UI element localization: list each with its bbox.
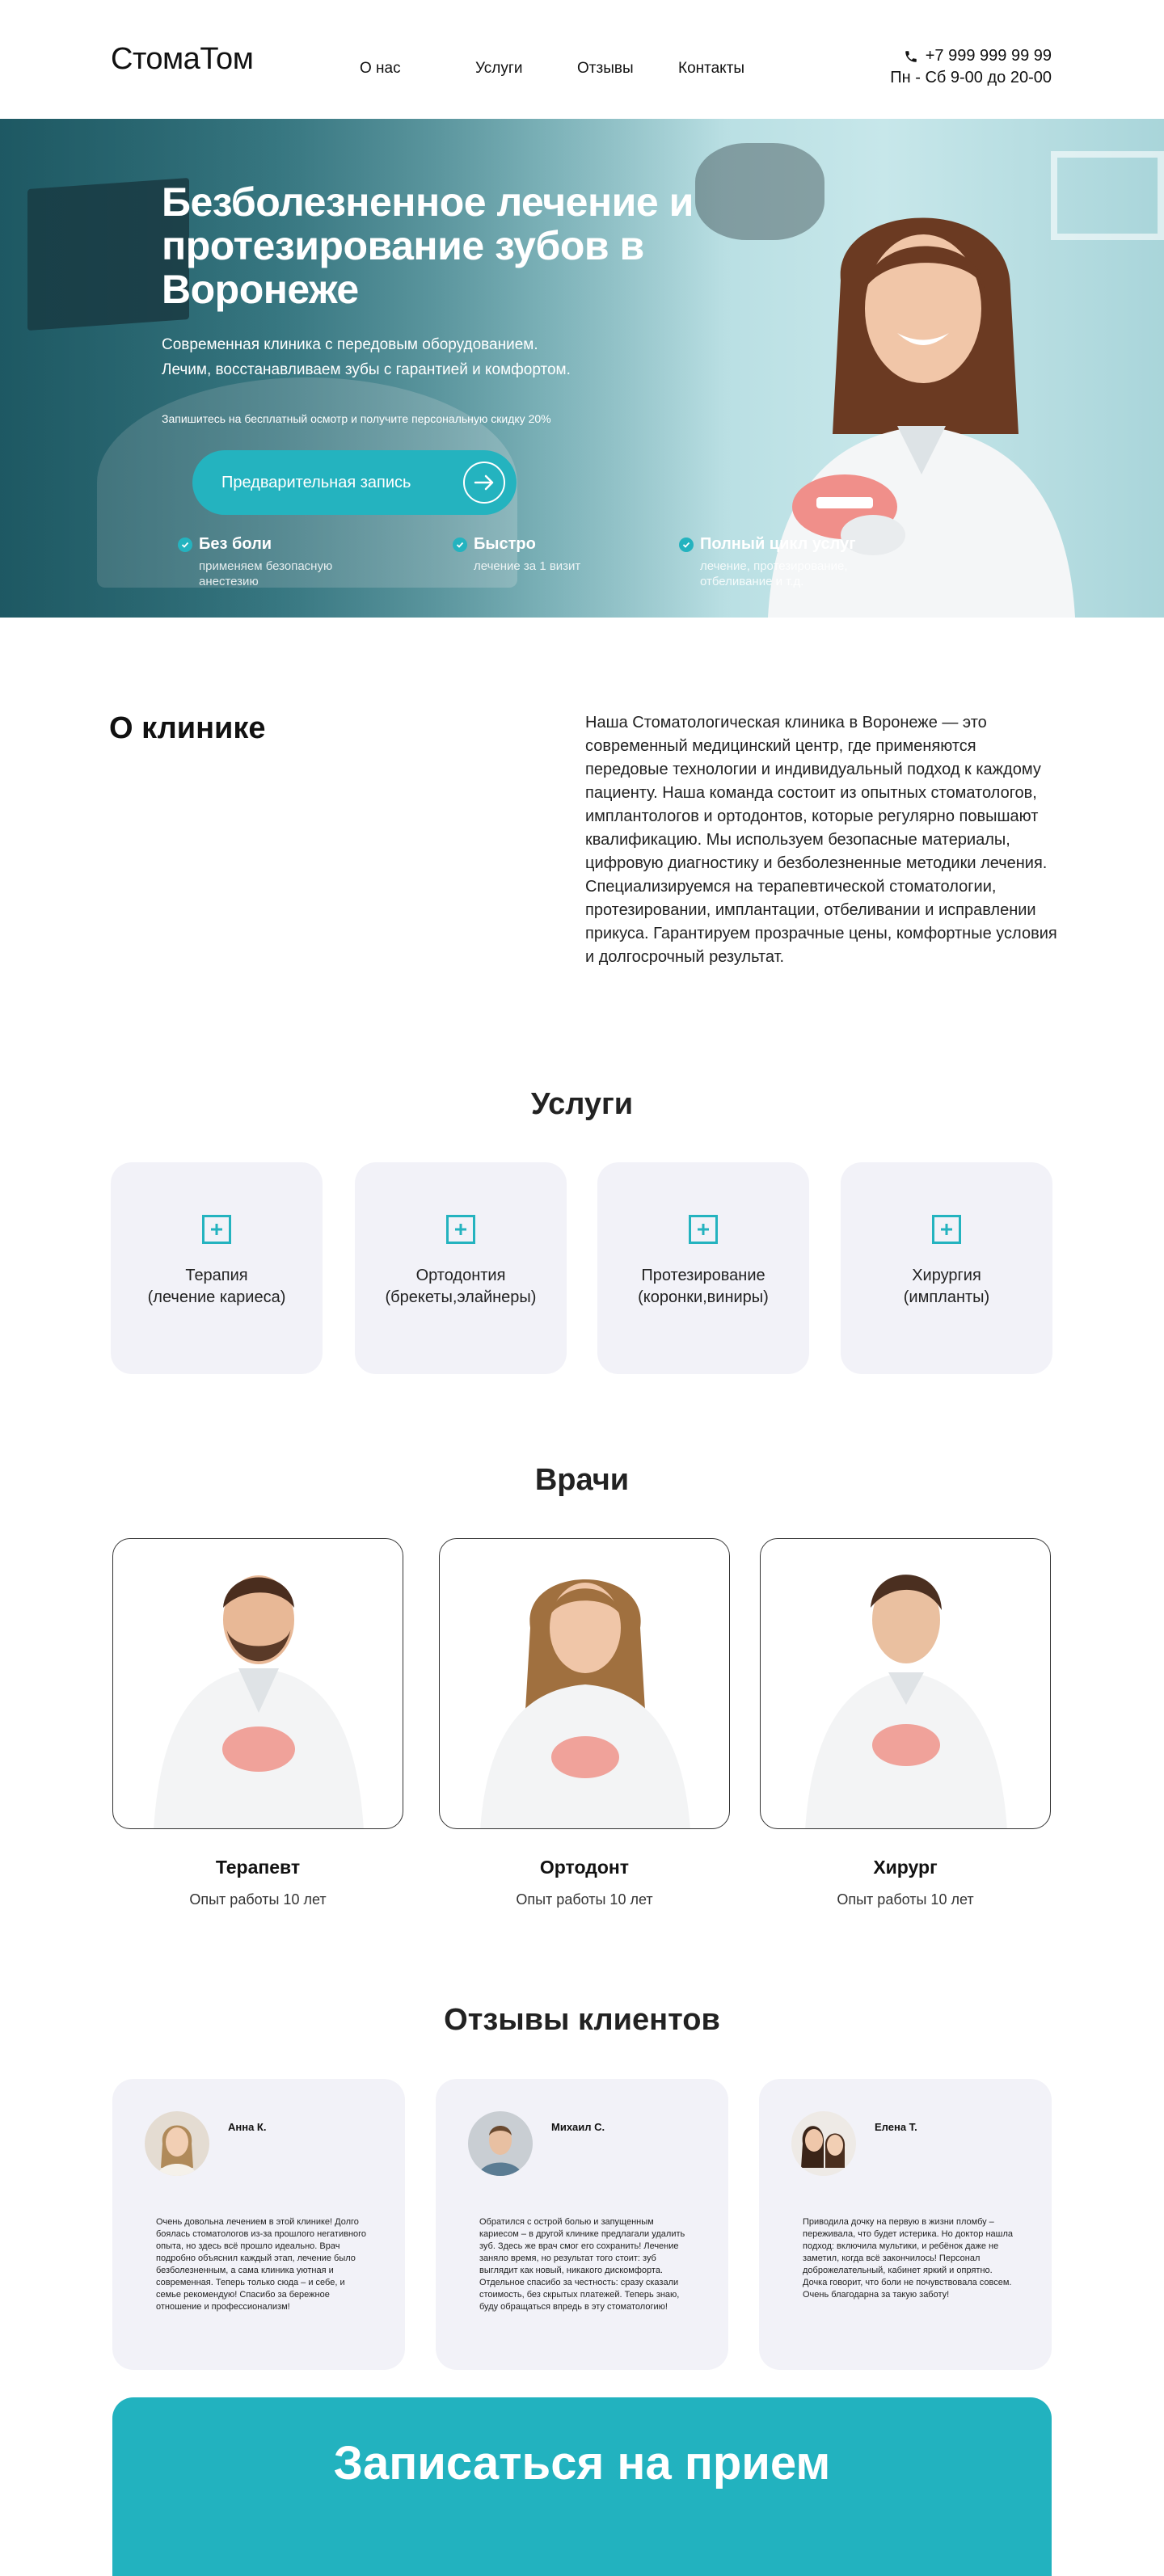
service-card-therapy[interactable]: Терапия (лечение кариеса) <box>111 1162 323 1374</box>
service-label: Протезирование (коронки,виниры) <box>638 1267 769 1306</box>
arrow-right-icon <box>463 462 505 504</box>
check-icon <box>178 537 192 552</box>
service-label: Ортодонтия (брекеты,элайнеры) <box>385 1267 537 1306</box>
doctor-role: Терапевт <box>215 1857 301 1878</box>
about-text: Наша Стоматологическая клиника в Воронеж… <box>585 714 1057 966</box>
avatar <box>468 2111 533 2176</box>
feature-title: Полный цикл услуг <box>700 535 856 553</box>
hero-title: Безболезненное лечение и протезирование … <box>162 179 694 312</box>
feature-full-cycle: Полный цикл услуг лечение, протезировани… <box>679 535 938 589</box>
nav-link-services[interactable]: Услуги <box>475 60 522 78</box>
doctor-photo <box>480 1579 690 1828</box>
phone-block[interactable]: +7 999 999 99 99 <box>890 47 1052 65</box>
about-title: О клинике <box>109 711 266 745</box>
nav-link-about[interactable]: О нас <box>360 60 401 78</box>
doctor-photo <box>805 1575 1007 1828</box>
doctor-photo-therapist[interactable] <box>112 1538 403 1829</box>
check-icon <box>453 537 467 552</box>
service-label: Хирургия (импланты) <box>903 1267 990 1306</box>
logo[interactable]: СтомаТом <box>111 42 254 77</box>
reviewer-name: Михаил С. <box>551 2121 605 2133</box>
booking-title: Записаться на прием <box>333 2437 831 2490</box>
working-hours: Пн - Сб 9-00 до 20-00 <box>890 69 1052 86</box>
phone-icon <box>905 50 917 62</box>
avatar <box>145 2111 209 2176</box>
doctor-experience: Опыт работы 10 лет <box>189 1891 327 1908</box>
reviewer-name: Анна К. <box>228 2121 267 2133</box>
hero-section: Безболезненное лечение и протезирование … <box>0 119 1164 618</box>
services-title: Услуги <box>530 1087 634 1121</box>
reviews-title: Отзывы клиентов <box>444 2003 720 2037</box>
feature-no-pain: Без боли применяем безопасную анестезию <box>178 535 436 589</box>
nav-link-reviews[interactable]: Отзывы <box>577 60 634 78</box>
doctor-role: Хирург <box>873 1857 938 1878</box>
review-text: Обратился с острой болью и запущенным ка… <box>479 2217 685 2312</box>
feature-fast: Быстро лечение за 1 визит <box>453 535 711 574</box>
booking-section: Записаться на прием <box>112 2397 1052 2576</box>
doctors-title: Врачи <box>534 1463 630 1497</box>
phone-number: +7 999 999 99 99 <box>925 47 1052 65</box>
review-text: Приводила дочку на первую в жизни пломбу… <box>803 2217 1014 2300</box>
check-icon <box>679 537 694 552</box>
medical-cross-icon <box>689 1215 718 1244</box>
pre-booking-label: Предварительная запись <box>221 473 411 491</box>
feature-desc: лечение за 1 визит <box>474 559 581 573</box>
review-card: Елена Т. Приводила дочку на первую в жиз… <box>759 2079 1052 2370</box>
medical-cross-icon <box>202 1215 231 1244</box>
feature-title: Без боли <box>199 535 272 553</box>
hero-offer-note: Запишитесь на бесплатный осмотр и получи… <box>162 412 551 425</box>
doctor-role: Ортодонт <box>539 1857 630 1878</box>
service-label: Терапия (лечение кариеса) <box>147 1267 286 1306</box>
service-card-orthodontics[interactable]: Ортодонтия (брекеты,элайнеры) <box>355 1162 567 1374</box>
feature-title: Быстро <box>474 535 536 553</box>
site-header: СтомаТом О нас Услуги Отзывы Контакты +7… <box>0 0 1164 119</box>
doctor-photo-surgeon[interactable] <box>760 1538 1051 1829</box>
service-card-surgery[interactable]: Хирургия (импланты) <box>841 1162 1052 1374</box>
medical-cross-icon <box>446 1215 475 1244</box>
hero-subtitle-line-1: Современная клиника с передовым оборудов… <box>162 336 538 353</box>
medical-cross-icon <box>932 1215 961 1244</box>
pre-booking-button[interactable]: Предварительная запись <box>192 450 517 515</box>
nav-link-contacts[interactable]: Контакты <box>678 60 744 78</box>
header-contacts: +7 999 999 99 99 Пн - Сб 9-00 до 20-00 <box>890 47 1052 87</box>
hero-subtitle-line-2: Лечим, восстанавливаем зубы с гарантией … <box>162 361 571 378</box>
hero-subtitle: Современная клиника с передовым оборудов… <box>162 332 679 382</box>
doctor-experience: Опыт работы 10 лет <box>837 1891 974 1908</box>
feature-desc: лечение, протезирование, отбеливание и т… <box>700 559 848 588</box>
avatar <box>791 2111 856 2176</box>
doctor-photo <box>154 1575 364 1828</box>
service-card-prosthetics[interactable]: Протезирование (коронки,виниры) <box>597 1162 809 1374</box>
feature-desc: применяем безопасную анестезию <box>199 559 333 588</box>
review-card: Анна К. Очень довольна лечением в этой к… <box>112 2079 405 2370</box>
review-text: Очень довольна лечением в этой клинике! … <box>156 2217 367 2312</box>
reviewer-name: Елена Т. <box>875 2121 917 2133</box>
review-card: Михаил С. Обратился с острой болью и зап… <box>436 2079 728 2370</box>
doctor-experience: Опыт работы 10 лет <box>516 1891 653 1908</box>
doctor-photo-orthodontist[interactable] <box>439 1538 730 1829</box>
